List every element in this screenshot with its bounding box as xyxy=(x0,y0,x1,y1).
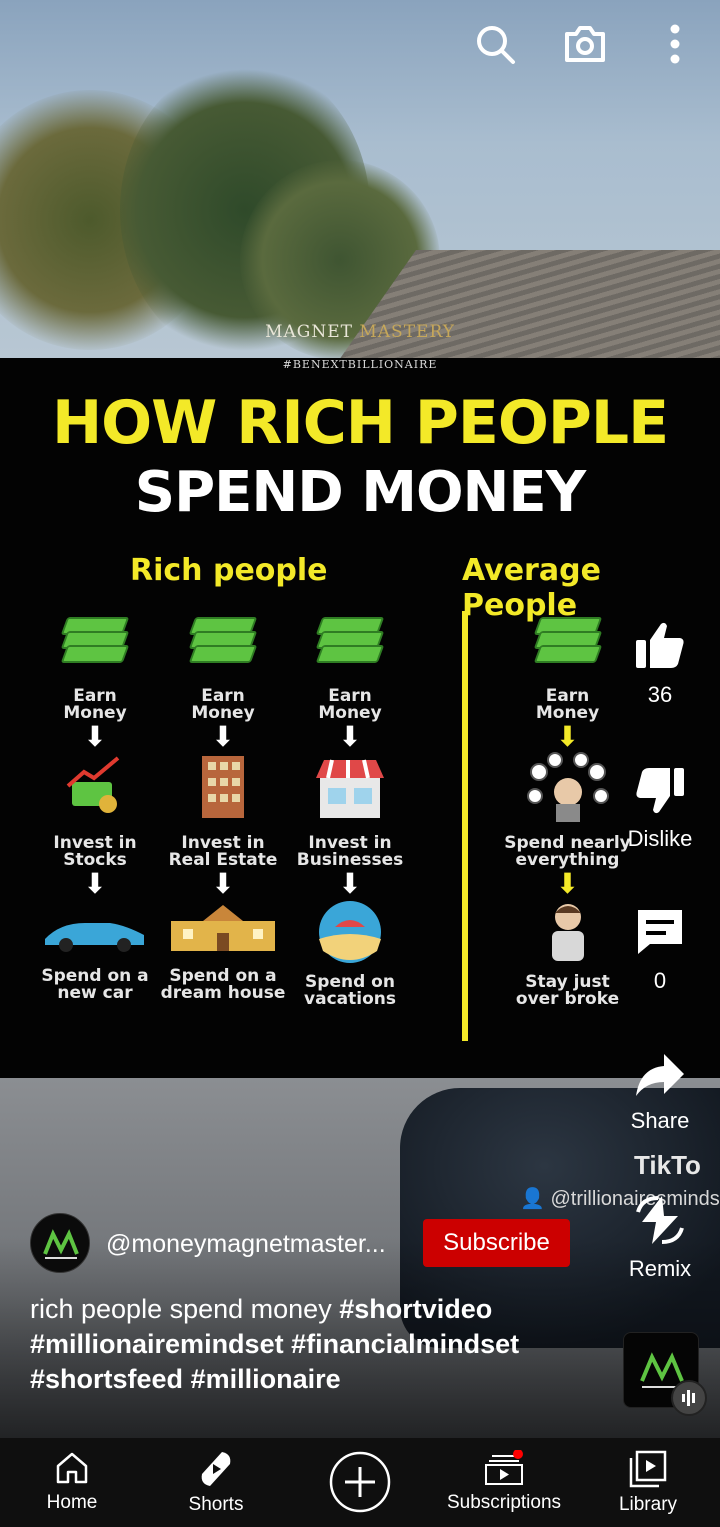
down-arrow-icon: ⬇ xyxy=(338,867,362,900)
store-icon xyxy=(316,759,384,818)
broke-person-icon xyxy=(551,904,584,961)
nav-subscriptions[interactable]: Subscriptions xyxy=(432,1438,576,1527)
average-column: Earn Money ⬇ Spend nearly everything ⬇ Sta… xyxy=(500,613,635,1008)
like-button[interactable]: 36 xyxy=(620,620,700,708)
comment-count: 0 xyxy=(653,968,667,993)
remix-label: Remix xyxy=(628,1256,692,1281)
library-icon xyxy=(629,1450,667,1488)
shorts-icon xyxy=(201,1452,231,1486)
money-stack-icon xyxy=(60,613,130,668)
audio-bars-icon xyxy=(671,1380,707,1416)
poster-subheadline: SPEND MONEY xyxy=(134,460,586,525)
channel-avatar[interactable] xyxy=(30,1213,90,1273)
rich-column-businesses: Earn Money ⬇ Invest in Businesses ⬇ Spend … xyxy=(285,613,415,1008)
money-magnet-logo-icon xyxy=(43,1229,79,1259)
channel-handle[interactable]: @moneymagnetmaster... xyxy=(106,1230,386,1259)
like-count: 36 xyxy=(647,682,673,707)
share-label: Share xyxy=(630,1108,690,1133)
subscribe-button[interactable]: Subscribe xyxy=(423,1219,570,1267)
search-button[interactable] xyxy=(473,22,517,66)
column-divider xyxy=(462,611,468,1041)
thumbs-down-icon xyxy=(636,768,684,814)
hashtag-line: #BENEXTBILLIONAIRE xyxy=(282,358,438,371)
down-arrow-icon: ⬇ xyxy=(211,867,235,900)
thumbs-up-icon xyxy=(636,622,684,668)
money-stack-icon xyxy=(533,613,603,668)
camera-icon xyxy=(565,26,605,62)
bottom-navigation: Home Shorts Subscriptions Library xyxy=(0,1438,720,1527)
money-stack-icon xyxy=(315,613,385,668)
comment-icon xyxy=(638,910,682,954)
down-arrow-icon: ⬇ xyxy=(211,720,235,753)
share-button[interactable]: Share xyxy=(620,1052,700,1134)
dislike-label: Dislike xyxy=(627,826,693,851)
money-stack-icon xyxy=(188,613,258,668)
hashtag-link[interactable]: #financialmindset xyxy=(291,1329,519,1359)
video-caption[interactable]: rich people spend money #shortvideo #mil… xyxy=(30,1292,590,1397)
infographic-poster: #BENEXTBILLIONAIRE HOW RICH PEOPLE SPEND… xyxy=(0,358,720,1078)
dislike-button[interactable]: Dislike xyxy=(620,764,700,852)
down-arrow-icon: ⬇ xyxy=(555,720,580,753)
camera-button[interactable] xyxy=(563,22,607,66)
down-arrow-icon: ⬇ xyxy=(83,720,107,753)
remix-button[interactable]: Remix xyxy=(620,1194,700,1282)
subscriptions-icon xyxy=(485,1450,523,1485)
hashtag-link[interactable]: #millionaire xyxy=(191,1364,341,1394)
hashtag-link[interactable]: #millionairemindset xyxy=(30,1329,284,1359)
rich-heading: Rich people xyxy=(130,553,328,588)
nav-shorts[interactable]: Shorts xyxy=(144,1438,288,1527)
down-arrow-icon: ⬇ xyxy=(83,867,107,900)
more-options-button[interactable] xyxy=(653,22,697,66)
nav-library[interactable]: Library xyxy=(576,1438,720,1527)
video-frame-top: MAGNET MASTERY xyxy=(0,0,720,358)
more-vert-icon xyxy=(670,24,680,64)
tiktok-watermark: TikTo xyxy=(634,1150,701,1180)
brand-watermark: MAGNET MASTERY xyxy=(265,322,455,342)
rich-column-stocks: Earn Money ⬇ Invest in Stocks ⬇ Spend on a… xyxy=(30,613,160,1002)
nav-home[interactable]: Home xyxy=(0,1438,144,1527)
down-arrow-icon: ⬇ xyxy=(338,720,362,753)
comments-button[interactable]: 0 xyxy=(620,906,700,994)
share-arrow-icon xyxy=(636,1054,684,1096)
mansion-icon xyxy=(171,905,275,951)
add-icon xyxy=(329,1451,391,1513)
hashtag-link[interactable]: #shortsfeed xyxy=(30,1364,183,1394)
poster-headline: HOW RICH PEOPLE xyxy=(51,388,669,458)
beach-icon xyxy=(319,901,381,963)
stocks-icon xyxy=(66,756,120,813)
create-button[interactable] xyxy=(288,1438,432,1527)
spending-person-icon xyxy=(526,752,609,822)
hashtag-link[interactable]: #shortvideo xyxy=(339,1294,492,1324)
home-icon xyxy=(56,1452,88,1484)
down-arrow-icon: ⬇ xyxy=(555,867,580,900)
building-icon xyxy=(202,756,244,818)
notification-dot xyxy=(513,1450,523,1459)
car-icon xyxy=(45,923,144,952)
rich-column-real-estate: Earn Money ⬇ Invest in Real Estate ⬇ Spend… xyxy=(158,613,288,1002)
search-icon xyxy=(477,26,515,64)
person-icon: 👤 xyxy=(520,1188,545,1210)
remix-icon xyxy=(636,1196,684,1244)
